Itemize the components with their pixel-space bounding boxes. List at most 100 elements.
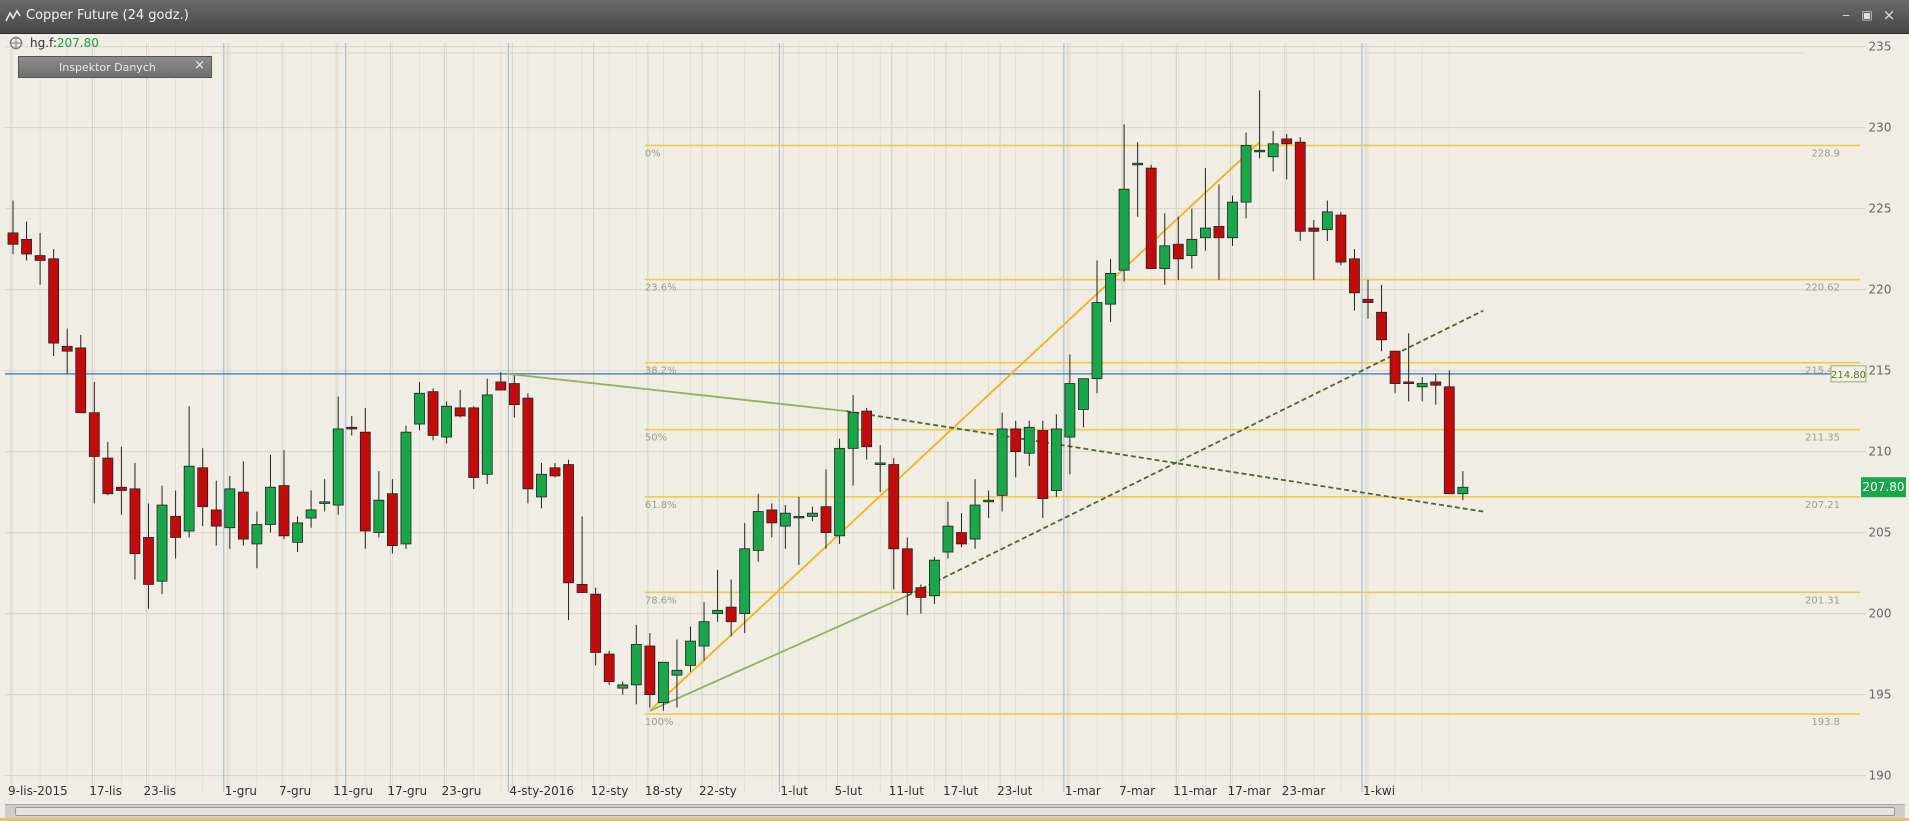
fib-percent-label: 100%: [645, 717, 674, 728]
candle-body: [874, 462, 886, 465]
candle-body: [1010, 428, 1022, 453]
candle-body: [481, 394, 493, 475]
candle-body: [1294, 141, 1306, 232]
candle-body: [427, 391, 439, 436]
inspector-label: Inspektor Danych: [59, 61, 156, 74]
candle-body: [1050, 428, 1062, 491]
candle-body: [861, 410, 873, 448]
x-tick-label: 23-lis: [144, 784, 177, 798]
candle-body: [48, 258, 60, 344]
candle-body: [1376, 311, 1387, 341]
candle-body: [1132, 162, 1144, 166]
candle-body: [1416, 383, 1428, 388]
x-tick-label: 1-kwi: [1363, 784, 1395, 798]
y-tick-label: 220: [1869, 283, 1892, 297]
symbol-price: 207.80: [56, 36, 99, 50]
candle-body: [1118, 188, 1130, 271]
candle: [522, 393, 534, 504]
candle-body: [1308, 227, 1320, 232]
fib-value-label: 193.8: [1811, 717, 1840, 728]
candle-body: [508, 383, 520, 406]
candle-body: [725, 606, 737, 623]
candle-body: [495, 381, 507, 391]
fib-percent-label: 78.6%: [645, 595, 677, 606]
horizontal-scrollbar[interactable]: [5, 804, 1905, 818]
fib-value-label: 228.9: [1811, 148, 1840, 159]
candle-body: [116, 486, 127, 491]
candle-body: [1091, 302, 1103, 380]
x-tick-label: 23-mar: [1282, 784, 1326, 798]
candle-body: [319, 501, 331, 504]
candle-body: [1254, 149, 1265, 153]
current-price-label: 207.80: [1863, 480, 1905, 494]
candle-body: [170, 516, 182, 538]
candle: [441, 401, 453, 444]
candle-body: [807, 512, 818, 517]
candle: [1335, 211, 1347, 266]
candle: [1443, 370, 1455, 495]
candle-body: [1037, 430, 1049, 499]
candle-body: [671, 669, 683, 676]
y-tick-label: 190: [1869, 769, 1892, 783]
candle-body: [630, 643, 642, 686]
candle-body: [143, 537, 154, 585]
x-tick-label: 4-sty-2016: [509, 784, 574, 798]
fib-percent-label: 23.6%: [645, 283, 677, 294]
candle-body: [1200, 227, 1211, 239]
candle: [427, 388, 439, 441]
chart-window: Copper Future (24 godz.) ‒ ▣ × 0% 228.9 23…: [0, 0, 1909, 821]
candle-body: [1159, 245, 1171, 269]
fib-value-label: 207.21: [1805, 500, 1840, 511]
candle-body: [766, 509, 778, 524]
candle-body: [969, 504, 981, 540]
y-tick-label: 210: [1869, 445, 1892, 459]
candle-body: [468, 407, 480, 478]
candle-body: [129, 488, 141, 555]
candle-body: [183, 465, 195, 532]
candle-body: [1227, 201, 1238, 239]
title-bar[interactable]: Copper Future (24 godz.) ‒ ▣ ×: [0, 0, 1909, 34]
candle-body: [373, 499, 385, 534]
candle-body: [34, 255, 46, 261]
minimize-button[interactable]: ‒: [1838, 7, 1854, 23]
candle: [468, 406, 480, 489]
candle-body: [386, 493, 398, 546]
candle-body: [779, 512, 791, 527]
candle: [834, 438, 845, 544]
y-tick-label: 215: [1869, 364, 1892, 378]
candle-body: [1403, 381, 1415, 384]
candle-body: [820, 506, 832, 533]
x-tick-label: 12-sty: [591, 784, 629, 798]
candle-body: [400, 431, 412, 545]
candle-body: [75, 347, 87, 414]
candle-body: [739, 548, 751, 614]
candle-body: [1335, 214, 1347, 263]
candle-body: [1443, 386, 1455, 495]
candlestick-chart[interactable]: 0% 228.923.6% 220.6238.2% 215.4950% 211.3561…: [0, 33, 1909, 805]
candle-body: [278, 485, 290, 537]
candle-body: [576, 584, 588, 593]
fib-percent-label: 61.8%: [645, 500, 677, 511]
fib-percent-label: 0%: [645, 148, 661, 159]
fib-percent-label: 50%: [645, 433, 667, 444]
move-icon[interactable]: [9, 36, 23, 50]
inspector-close-button[interactable]: ×: [194, 58, 205, 73]
x-tick-label: 11-gru: [333, 784, 373, 798]
scrollbar-thumb[interactable]: [15, 807, 1895, 816]
x-tick-label: 5-lut: [835, 784, 863, 798]
window-title: Copper Future (24 godz.): [26, 8, 189, 23]
y-tick-label: 225: [1869, 202, 1892, 216]
close-button[interactable]: ×: [1881, 7, 1897, 23]
candle-body: [793, 516, 805, 519]
candle: [1294, 137, 1306, 241]
candle-body: [1172, 243, 1184, 260]
candle-body: [1240, 145, 1252, 203]
candle-body: [61, 345, 73, 352]
x-tick-label: 22-sty: [699, 784, 737, 798]
data-inspector-tab[interactable]: Inspektor Danych ×: [18, 56, 212, 78]
candle-body: [210, 509, 222, 527]
restore-button[interactable]: ▣: [1859, 7, 1875, 23]
candle: [48, 249, 60, 357]
candle-body: [834, 447, 845, 537]
candle-body: [197, 467, 209, 508]
